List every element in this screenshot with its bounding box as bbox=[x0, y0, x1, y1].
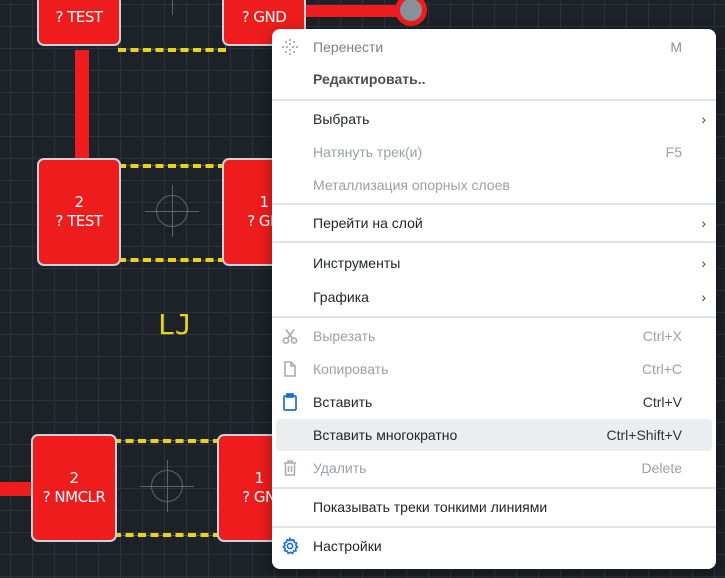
chevron-right-icon: › bbox=[701, 111, 706, 127]
pad[interactable]: 2 ? TEST bbox=[37, 158, 121, 266]
menu-item-label: Металлизация опорных слоев bbox=[313, 177, 510, 193]
scissors-icon bbox=[280, 326, 300, 346]
crosshair bbox=[172, 0, 173, 15]
menu-item-label: Выбрать bbox=[313, 111, 370, 127]
menu-item-cut[interactable]: Вырезать Ctrl+X bbox=[272, 320, 716, 352]
menu-item-shortcut: Ctrl+X bbox=[642, 328, 682, 344]
menu-item-label: Настройки bbox=[313, 538, 382, 554]
pad-net: ? GND bbox=[241, 7, 287, 26]
menu-item-label: Натянуть трек(и) bbox=[313, 144, 423, 160]
menu-item-label: Копировать bbox=[313, 361, 389, 377]
menu-item-go-to-layer[interactable]: Перейти на слой › bbox=[272, 207, 716, 239]
menu-item-thin-tracks[interactable]: Показывать треки тонкими линиями bbox=[272, 491, 716, 523]
menu-item-shortcut: Ctrl+C bbox=[641, 361, 682, 377]
menu-item-shortcut: Delete bbox=[641, 460, 682, 476]
pad-number: 1 bbox=[254, 469, 264, 487]
menu-separator bbox=[272, 316, 716, 318]
menu-item-graphics[interactable]: Графика › bbox=[272, 281, 716, 313]
menu-item-shortcut: Ctrl+Shift+V bbox=[606, 427, 682, 443]
component-refdes: LJ bbox=[158, 308, 192, 341]
menu-separator bbox=[272, 526, 716, 528]
menu-item-plane-metallization[interactable]: Металлизация опорных слоев bbox=[272, 169, 716, 201]
menu-item-label: Инструменты bbox=[313, 255, 401, 271]
menu-item-paste-multiple[interactable]: Вставить многократно Ctrl+Shift+V bbox=[276, 419, 712, 451]
menu-item-label: Показывать треки тонкими линиями bbox=[313, 499, 548, 515]
via[interactable] bbox=[395, 0, 427, 26]
pad[interactable]: 2 ? NMCLR bbox=[31, 434, 117, 542]
pad-net: ? GN bbox=[242, 488, 276, 506]
menu-item-label: Редактировать.. bbox=[313, 71, 426, 87]
menu-item-shortcut: Ctrl+V bbox=[642, 394, 682, 410]
menu-item-settings[interactable]: Настройки bbox=[272, 530, 716, 562]
trash-icon bbox=[280, 458, 300, 478]
pad-net: ? TEST bbox=[55, 212, 103, 230]
gear-icon bbox=[280, 536, 300, 556]
menu-separator bbox=[272, 99, 716, 101]
context-menu: Перенести M Редактировать.. Выбрать › На… bbox=[272, 29, 716, 569]
menu-item-shortcut: M bbox=[670, 39, 682, 55]
pad-number: 2 bbox=[74, 193, 84, 211]
menu-item-select[interactable]: Выбрать › bbox=[272, 103, 716, 135]
menu-item-delete[interactable]: Удалить Delete bbox=[272, 452, 716, 484]
trace[interactable] bbox=[0, 482, 34, 496]
move-icon bbox=[280, 37, 300, 57]
menu-item-copy[interactable]: Копировать Ctrl+C bbox=[272, 353, 716, 385]
crosshair bbox=[172, 185, 173, 237]
pad[interactable]: ? TEST bbox=[37, 0, 121, 46]
menu-item-label: Удалить bbox=[313, 460, 367, 476]
pad-net: ? TEST bbox=[55, 7, 103, 26]
menu-item-label: Вставить многократно bbox=[313, 427, 458, 443]
menu-item-move[interactable]: Перенести M bbox=[272, 31, 716, 63]
menu-separator bbox=[272, 487, 716, 489]
menu-item-label: Перейти на слой bbox=[313, 215, 423, 231]
menu-item-tighten-tracks[interactable]: Натянуть трек(и) F5 bbox=[272, 136, 716, 168]
pad-number: 1 bbox=[259, 193, 269, 211]
menu-item-paste[interactable]: Вставить Ctrl+V bbox=[272, 386, 716, 418]
menu-item-label: Вырезать bbox=[313, 328, 376, 344]
menu-separator bbox=[272, 203, 716, 205]
menu-item-label: Вставить bbox=[313, 394, 373, 410]
crosshair bbox=[167, 460, 168, 512]
trace[interactable] bbox=[75, 50, 89, 166]
clipboard-icon bbox=[280, 392, 300, 412]
menu-item-shortcut: F5 bbox=[665, 144, 682, 160]
menu-separator bbox=[272, 241, 716, 243]
menu-item-edit[interactable]: Редактировать.. bbox=[272, 63, 716, 95]
menu-item-label: Графика bbox=[313, 289, 369, 305]
menu-item-tools[interactable]: Инструменты › bbox=[272, 247, 716, 279]
chevron-right-icon: › bbox=[701, 215, 706, 231]
chevron-right-icon: › bbox=[701, 255, 706, 271]
menu-item-label: Перенести bbox=[313, 39, 384, 55]
chevron-right-icon: › bbox=[701, 289, 706, 305]
pad-number: 2 bbox=[69, 469, 79, 487]
pad-net: ? NMCLR bbox=[42, 488, 106, 506]
copy-icon bbox=[280, 359, 300, 379]
